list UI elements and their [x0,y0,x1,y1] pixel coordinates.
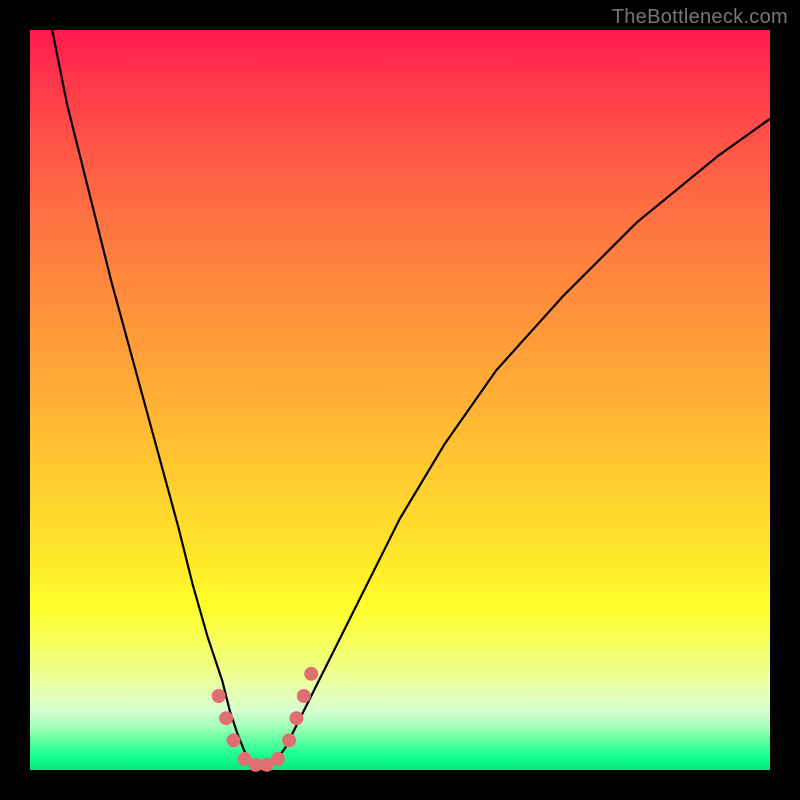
watermark-text: TheBottleneck.com [612,6,788,29]
curve-marker [271,752,285,766]
curve-marker [289,711,303,725]
bottleneck-curve [52,30,770,766]
chart-container: TheBottleneck.com [0,0,800,800]
curve-marker [227,733,241,747]
curve-svg [30,30,770,770]
curve-marker [304,667,318,681]
curve-marker [297,689,311,703]
curve-marker [212,689,226,703]
plot-area [30,30,770,770]
curve-marker [219,711,233,725]
marker-group [212,667,319,772]
curve-marker [282,733,296,747]
